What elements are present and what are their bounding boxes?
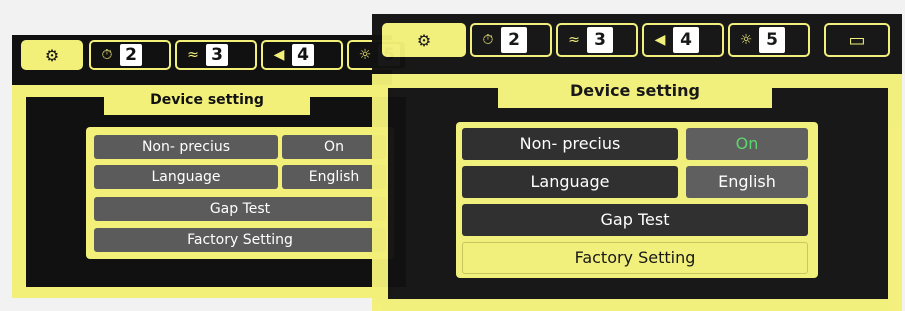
timer-value: 2: [120, 44, 142, 66]
brightness-value: 5: [759, 27, 785, 53]
speaker-icon: ◀: [273, 47, 285, 63]
row-factory-setting[interactable]: Factory Setting: [94, 228, 386, 252]
gear-icon: ⚙: [44, 45, 60, 65]
tab-timer-large[interactable]: ⏱ 2: [470, 23, 552, 57]
topbar: ⚙ ⏱ 2 ≈ 3 ◀ 4 ☼ 5: [12, 35, 407, 85]
topbar-large: ⚙ ⏱ 2 ≈ 3 ◀ 4 ☼ 5 ▭: [372, 14, 902, 74]
settings-tab-gear[interactable]: ⚙: [21, 40, 83, 70]
row-value-language-large[interactable]: English: [686, 166, 808, 198]
timer-value: 2: [501, 27, 527, 53]
signal-value: 3: [206, 44, 228, 66]
timer-icon: ⏱: [101, 47, 113, 63]
settings-tab-gear-large[interactable]: ⚙: [382, 23, 466, 57]
gear-icon: ⚙: [416, 30, 432, 50]
brightness-icon: ☼: [739, 32, 753, 48]
tab-speaker[interactable]: ◀ 4: [261, 40, 343, 70]
row-label-language[interactable]: Language: [94, 165, 278, 189]
row-value-language[interactable]: English: [282, 165, 386, 189]
row-label-non-precius[interactable]: Non- precius: [94, 135, 278, 159]
speaker-value: 4: [292, 44, 314, 66]
device-setting-panel-small: ⚙ ⏱ 2 ≈ 3 ◀ 4 ☼ 5 Device setting Non- pr…: [12, 35, 407, 298]
tab-signal-large[interactable]: ≈ 3: [556, 23, 638, 57]
panel-body: Device setting Non- precius On Language …: [12, 85, 406, 298]
row-label-non-precius-large[interactable]: Non- precius: [462, 128, 678, 160]
tab-timer[interactable]: ⏱ 2: [89, 40, 171, 70]
speaker-value: 4: [673, 27, 699, 53]
row-value-non-precius[interactable]: On: [282, 135, 386, 159]
device-setting-panel-large: ⚙ ⏱ 2 ≈ 3 ◀ 4 ☼ 5 ▭ Device setting Non- …: [372, 14, 902, 311]
speaker-icon: ◀: [654, 32, 666, 48]
row-value-non-precius-large[interactable]: On: [686, 128, 808, 160]
row-gap-test[interactable]: Gap Test: [94, 197, 386, 221]
signal-value: 3: [587, 27, 613, 53]
battery-icon: ▭: [848, 29, 866, 51]
row-label-language-large[interactable]: Language: [462, 166, 678, 198]
signal-icon: ≈: [187, 47, 199, 63]
signal-icon: ≈: [568, 32, 580, 48]
panel-body-large: Device setting Non- precius On Language …: [372, 74, 902, 311]
settings-list: Non- precius On Language English Gap Tes…: [86, 127, 394, 259]
tab-speaker-large[interactable]: ◀ 4: [642, 23, 724, 57]
battery-indicator: ▭: [824, 23, 890, 57]
tab-brightness-large[interactable]: ☼ 5: [728, 23, 810, 57]
screen-title: Device setting: [104, 85, 310, 115]
row-gap-test-large[interactable]: Gap Test: [462, 204, 808, 236]
screen-title-large: Device setting: [498, 74, 772, 108]
settings-list-large: Non- precius On Language English Gap Tes…: [456, 122, 818, 278]
timer-icon: ⏱: [482, 32, 494, 48]
tab-signal[interactable]: ≈ 3: [175, 40, 257, 70]
row-factory-setting-large[interactable]: Factory Setting: [462, 242, 808, 274]
